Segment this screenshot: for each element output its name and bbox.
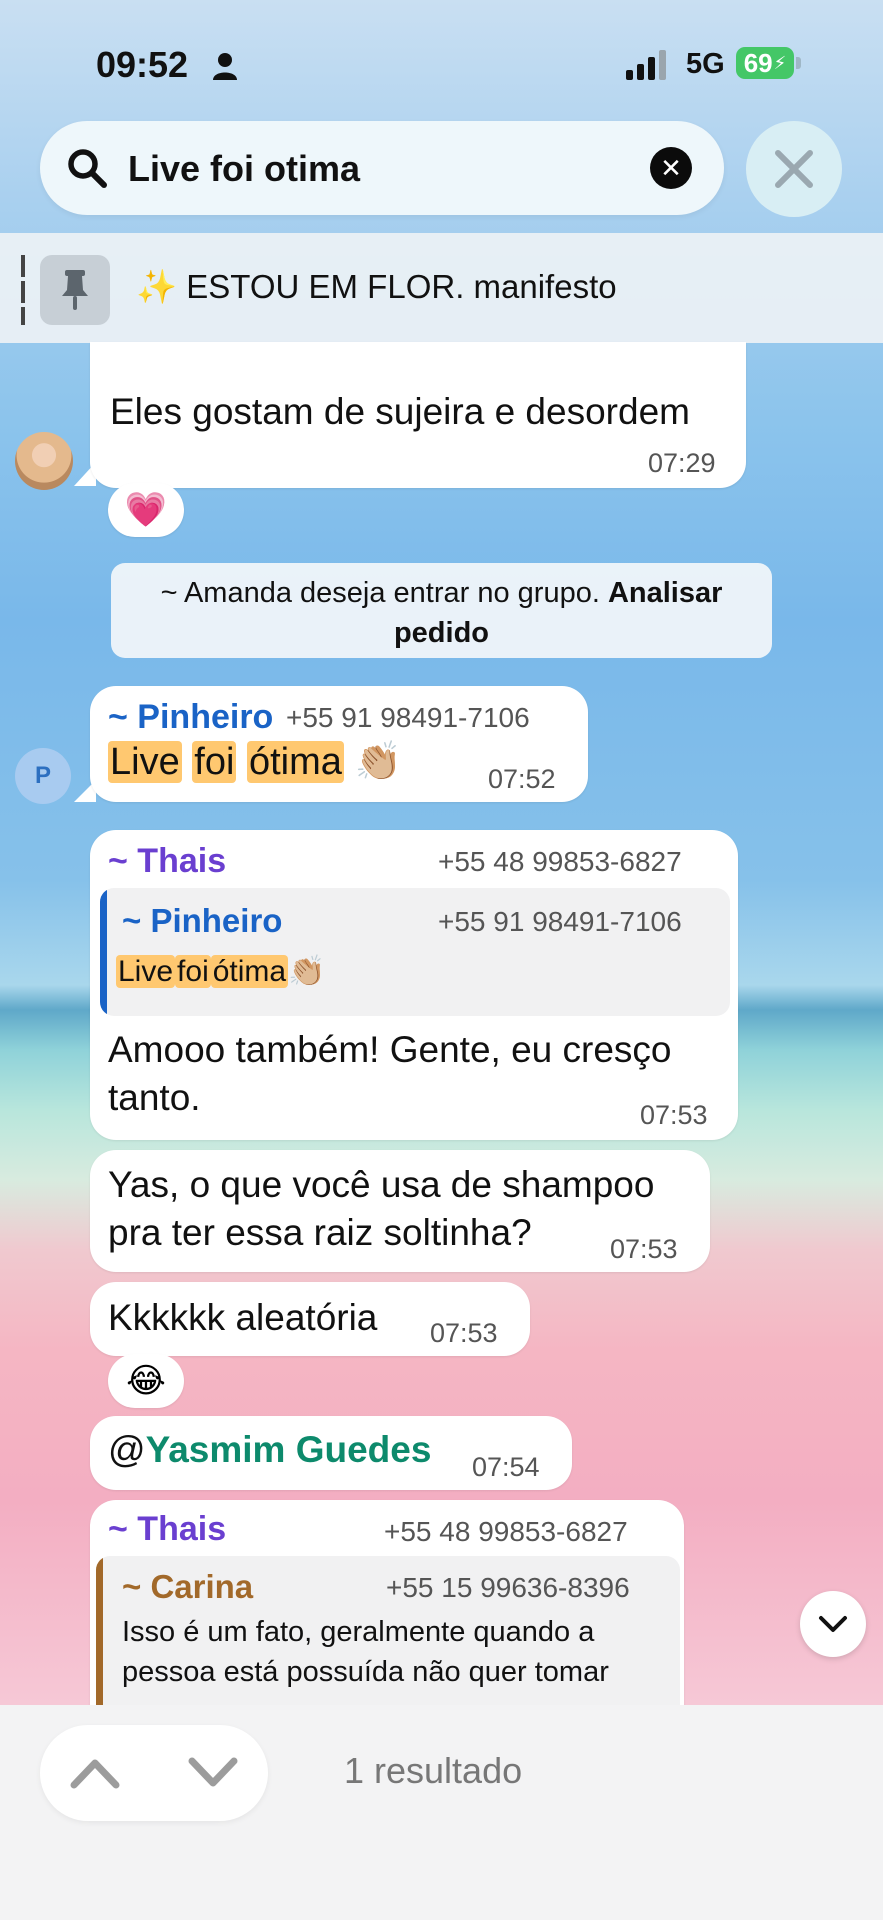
message-time: 07:53 [610, 1234, 678, 1264]
search-input[interactable] [126, 139, 650, 199]
avatar-photo[interactable] [15, 432, 73, 490]
quoted-sender: ~ Pinheiro [122, 902, 283, 939]
pinned-title: ESTOU EM FLOR. manifesto [186, 268, 617, 305]
pinned-indicator [21, 255, 25, 325]
message-bubble[interactable]: @Yasmim Guedes 07:54 [90, 1416, 572, 1490]
search-results-bar: 1 resultado [0, 1705, 883, 1920]
highlight-word: foi [175, 955, 211, 988]
quoted-text-line: Isso é um fato, geralmente quando a [122, 1616, 595, 1648]
message-text-line: tanto. [108, 1077, 201, 1118]
result-count: 1 resultado [344, 1750, 523, 1791]
pinned-message-text: ✨ ESTOU EM FLOR. manifesto [136, 268, 617, 307]
previous-result-button[interactable] [70, 1755, 120, 1791]
quoted-message[interactable]: ~ Carina +55 15 99636-8396 Isso é um fat… [96, 1556, 680, 1730]
signal-icon [626, 50, 666, 80]
next-result-button[interactable] [188, 1755, 238, 1791]
mention-at: @ [108, 1429, 146, 1470]
quoted-message[interactable]: ~ Pinheiro +55 91 98491-7106 Live foi ótim… [100, 888, 730, 1016]
clear-search-icon[interactable]: ✕ [650, 147, 692, 189]
search-icon [68, 149, 107, 188]
message-text: Kkkkkk aleatória [108, 1297, 378, 1338]
quoted-phone: +55 91 98491-7106 [438, 906, 682, 937]
message-text: Live foi ótima 👏🏼 [108, 738, 402, 786]
message-time: 07:53 [430, 1318, 498, 1348]
message-bubble[interactable]: ~ Thais +55 48 99853-6827 ~ Carina +55 1… [90, 1500, 684, 1730]
sender-phone: +55 48 99853-6827 [384, 1516, 628, 1547]
highlight-word: Live [116, 955, 176, 988]
quoted-text: Live foi ótima👏🏼 [116, 950, 325, 994]
status-time: 09:52 [96, 44, 189, 85]
quoted-sender: ~ Carina [122, 1568, 254, 1605]
status-bar: 09:52 5G 69 ⚡ [0, 0, 883, 120]
message-text-line: Yas, o que você usa de shampoo [108, 1164, 655, 1205]
close-search-button[interactable] [746, 121, 842, 217]
message-text-line: Amooo também! Gente, eu cresço [108, 1029, 672, 1070]
scroll-down-button[interactable] [800, 1591, 866, 1657]
sender-name[interactable]: ~ Pinheiro [108, 698, 273, 737]
quote-bar [100, 888, 107, 1016]
pinned-sparkle: ✨ [136, 268, 178, 305]
pin-icon [40, 255, 110, 325]
battery-icon: 69 ⚡ [736, 47, 794, 79]
battery-level: 69 [743, 47, 773, 78]
reaction-heart[interactable]: 💗 [108, 483, 184, 537]
clap-emoji: 👏🏼 [354, 741, 402, 783]
highlight-word: foi [192, 741, 237, 783]
chevron-down-icon [819, 1616, 847, 1632]
search-bar: ✕ [40, 121, 724, 215]
result-navigation [40, 1725, 268, 1821]
close-icon [775, 150, 813, 188]
sender-name[interactable]: ~ Thais [108, 1510, 226, 1549]
sender-name[interactable]: ~ Thais [108, 842, 226, 881]
message-bubble[interactable]: Yas, o que você usa de shampoo pra ter e… [90, 1150, 710, 1272]
highlight-word: ótima [246, 741, 344, 783]
join-request-text: ~ Amanda deseja entrar no grupo. [160, 577, 600, 609]
network-label: 5G [686, 48, 725, 80]
message-time: 07:29 [648, 448, 716, 478]
pinned-message-bar[interactable]: ✨ ESTOU EM FLOR. manifesto [0, 233, 883, 343]
person-icon [213, 53, 237, 80]
sender-phone: +55 91 98491-7106 [286, 702, 530, 733]
quote-bar [96, 1556, 103, 1730]
message-time: 07:52 [488, 764, 556, 794]
quoted-text-line: pessoa está possuída não quer tomar [122, 1656, 609, 1688]
message-time: 07:54 [472, 1452, 540, 1482]
mention-name[interactable]: Yasmim Guedes [146, 1429, 432, 1470]
reaction-laugh[interactable]: 😂 [108, 1354, 184, 1408]
battery-tip [796, 57, 801, 69]
join-request-notice: ~ Amanda deseja entrar no grupo. Analisa… [111, 563, 772, 658]
message-bubble[interactable]: ~ Pinheiro +55 91 98491-7106 Live foi ót… [90, 686, 588, 802]
message-text-line: pra ter essa raiz soltinha? [108, 1212, 532, 1253]
message-bubble[interactable]: Eles gostam de sujeira e desordem 07:29 [90, 342, 746, 488]
clap-emoji: 👏🏼 [288, 955, 326, 988]
message-bubble[interactable]: ~ Thais +55 48 99853-6827 ~ Pinheiro +55… [90, 830, 738, 1140]
highlight-word: Live [108, 741, 182, 783]
message-text: @Yasmim Guedes [108, 1426, 431, 1474]
avatar-initial[interactable]: P [15, 748, 71, 804]
sender-phone: +55 48 99853-6827 [438, 846, 682, 877]
highlight-word: ótima [210, 955, 289, 988]
message-text: Eles gostam de sujeira e desordem [110, 391, 690, 432]
message-bubble[interactable]: Kkkkkk aleatória 07:53 [90, 1282, 530, 1356]
message-time: 07:53 [640, 1100, 708, 1130]
quoted-phone: +55 15 99636-8396 [386, 1572, 630, 1603]
